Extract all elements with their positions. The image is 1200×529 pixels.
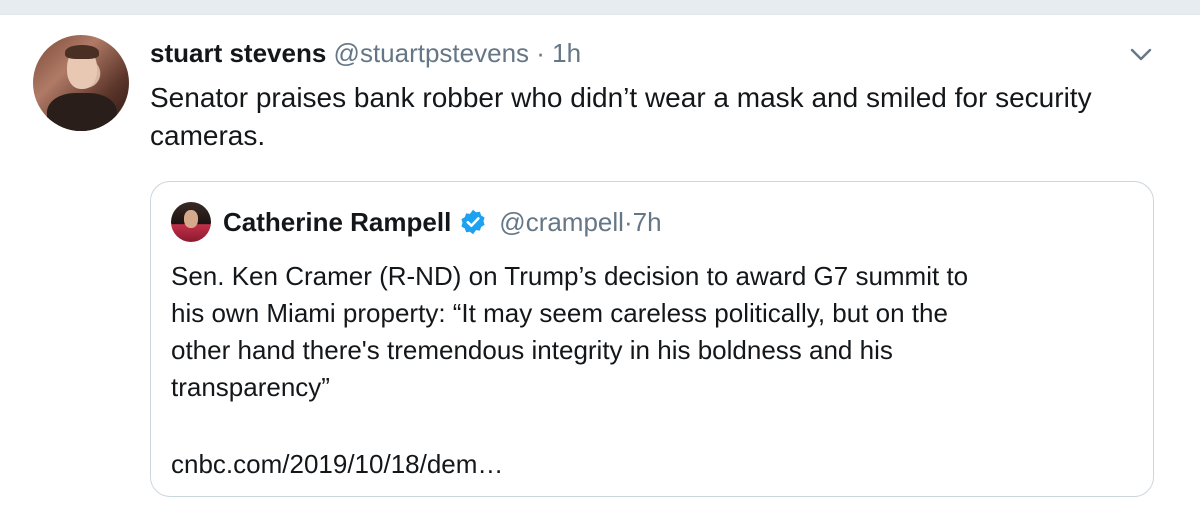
quoted-author-handle[interactable]: @crampell <box>499 204 624 240</box>
avatar-hair-shape <box>65 45 99 59</box>
quoted-tweet-link[interactable]: cnbc.com/2019/10/18/dem… <box>171 446 503 482</box>
header-separator: · <box>529 38 553 68</box>
quoted-avatar-face-shape <box>184 210 198 228</box>
tweet-timestamp[interactable]: 1h <box>552 38 581 68</box>
tweet-card[interactable]: stuart stevens @stuartpstevens · 1h Sena… <box>0 14 1200 529</box>
tweet-text: Senator praises bank robber who didn’t w… <box>150 82 1092 151</box>
quoted-author-avatar[interactable] <box>171 202 211 242</box>
tweet-header: stuart stevens @stuartpstevens · 1h <box>150 37 581 69</box>
avatar-suit-shape <box>47 93 117 131</box>
quoted-tweet-timestamp[interactable]: 7h <box>633 204 662 240</box>
quoted-author-name[interactable]: Catherine Rampell <box>223 204 451 240</box>
quoted-tweet-header: Catherine Rampell @crampell · 7h <box>223 204 662 240</box>
verified-badge-icon <box>461 209 485 235</box>
quoted-header-separator: · <box>623 207 633 237</box>
author-handle[interactable]: @stuartpstevens <box>334 38 529 68</box>
author-avatar[interactable] <box>33 35 129 131</box>
quoted-tweet-text: Sen. Ken Cramer (R-ND) on Trump’s decisi… <box>171 261 969 402</box>
quoted-tweet-card[interactable]: Catherine Rampell @crampell · 7h Sen. Ke… <box>150 181 1154 497</box>
chevron-down-icon[interactable] <box>1127 41 1155 69</box>
author-name[interactable]: stuart stevens <box>150 38 326 68</box>
